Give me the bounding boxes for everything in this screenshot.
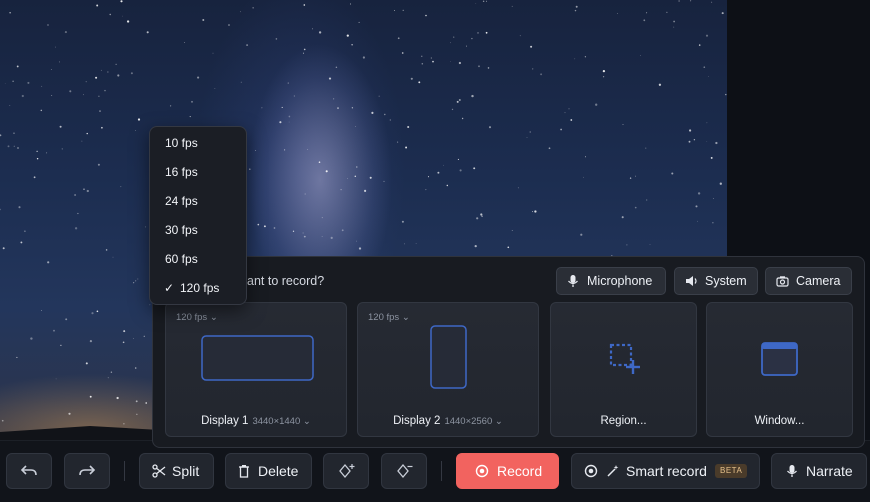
microphone-icon bbox=[567, 268, 581, 294]
toolbar-divider bbox=[441, 461, 442, 481]
display-portrait-icon bbox=[430, 325, 467, 389]
record-source-panel: want to record? Microphone System Camera… bbox=[152, 256, 865, 448]
narrate-button[interactable]: Narrate bbox=[771, 453, 867, 489]
fps-option-24[interactable]: 24 fps bbox=[150, 187, 246, 216]
remove-marker-button[interactable] bbox=[381, 453, 427, 489]
scissors-icon bbox=[152, 454, 166, 488]
fps-option-120[interactable]: ✓ 120 fps bbox=[150, 274, 246, 303]
chevron-down-icon: ⌄ bbox=[209, 312, 218, 323]
microphone-icon bbox=[786, 454, 798, 488]
remove-marker-icon bbox=[396, 454, 414, 488]
region-label: Region... bbox=[600, 415, 647, 427]
window-card[interactable]: Window... bbox=[706, 302, 853, 437]
add-marker-button[interactable] bbox=[323, 453, 369, 489]
fps-option-30[interactable]: 30 fps bbox=[150, 216, 246, 245]
magic-wand-icon bbox=[606, 454, 620, 488]
redo-icon bbox=[78, 454, 96, 488]
display-1-label: Display 1 3440×1440 ⌄ bbox=[201, 415, 311, 427]
record-button[interactable]: Record bbox=[456, 453, 559, 489]
window-icon bbox=[761, 342, 798, 376]
undo-icon bbox=[20, 454, 38, 488]
system-audio-button[interactable]: System bbox=[674, 267, 758, 295]
undo-button[interactable] bbox=[6, 453, 52, 489]
display-landscape-icon bbox=[201, 335, 314, 381]
smart-record-button[interactable]: Smart record BETA bbox=[571, 453, 760, 489]
speaker-icon bbox=[685, 268, 699, 294]
split-button[interactable]: Split bbox=[139, 453, 214, 489]
checkmark-icon: ✓ bbox=[164, 281, 175, 295]
fps-selector[interactable]: 120 fps ⌄ bbox=[368, 312, 410, 323]
microphone-button[interactable]: Microphone bbox=[556, 267, 666, 295]
delete-button[interactable]: Delete bbox=[225, 453, 312, 489]
trash-icon bbox=[238, 454, 250, 488]
panel-question: want to record? bbox=[238, 274, 325, 288]
record-icon bbox=[475, 454, 489, 488]
beta-badge: BETA bbox=[715, 464, 748, 478]
redo-button[interactable] bbox=[64, 453, 110, 489]
region-select-icon bbox=[609, 343, 640, 374]
region-card[interactable]: Region... bbox=[550, 302, 697, 437]
display-2-label: Display 2 1440×2560 ⌄ bbox=[393, 415, 503, 427]
fps-option-60[interactable]: 60 fps bbox=[150, 245, 246, 274]
fps-option-16[interactable]: 16 fps bbox=[150, 158, 246, 187]
fps-selector[interactable]: 120 fps ⌄ bbox=[176, 312, 218, 323]
bottom-toolbar: Split Delete Record Smart record BETA Na… bbox=[0, 440, 870, 502]
add-marker-icon bbox=[338, 454, 356, 488]
record-icon bbox=[584, 454, 598, 488]
window-label: Window... bbox=[754, 415, 805, 427]
toolbar-divider bbox=[124, 461, 125, 481]
fps-dropdown-menu: 10 fps 16 fps 24 fps 30 fps 60 fps ✓ 120… bbox=[149, 126, 247, 305]
camera-icon bbox=[776, 268, 790, 294]
chevron-down-icon: ⌄ bbox=[302, 416, 311, 427]
camera-button[interactable]: Camera bbox=[765, 267, 852, 295]
chevron-down-icon: ⌄ bbox=[401, 312, 410, 323]
display-1-card[interactable]: 120 fps ⌄ Display 1 3440×1440 ⌄ bbox=[165, 302, 347, 437]
display-2-card[interactable]: 120 fps ⌄ Display 2 1440×2560 ⌄ bbox=[357, 302, 539, 437]
chevron-down-icon: ⌄ bbox=[494, 416, 503, 427]
fps-option-10[interactable]: 10 fps bbox=[150, 129, 246, 158]
